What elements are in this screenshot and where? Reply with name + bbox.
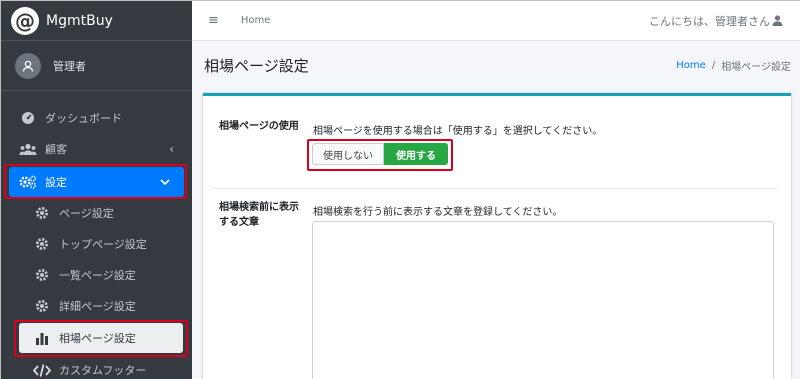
sidebar-item-label: 詳細ページ設定: [59, 300, 136, 313]
breadcrumb: Home / 相場ページ設定: [676, 58, 791, 73]
greeting-text: こんにちは、管理者さん: [649, 14, 770, 28]
pre-text-textarea[interactable]: [312, 221, 774, 379]
sidebar-item-page-settings[interactable]: ページ設定: [1, 198, 192, 228]
cog-icon: [36, 269, 48, 281]
sidebar-item-top-page-settings[interactable]: トップページ設定: [1, 229, 192, 259]
sidebar-item-label: ページ設定: [59, 207, 114, 220]
sidebar-item-label: 相場ページ設定: [59, 332, 136, 345]
brand-link[interactable]: @ MgmtBuy: [1, 1, 192, 41]
top-navbar: ≡ Home こんにちは、管理者さん: [192, 1, 800, 41]
sidebar-item-custom-footer[interactable]: カスタムフッター: [1, 355, 192, 379]
use-page-help: 相場ページを使用する場合は「使用する」を選択してください。: [313, 126, 603, 137]
breadcrumb-home-link[interactable]: Home: [676, 60, 706, 71]
sidebar-item-label: カスタムフッター: [59, 364, 147, 377]
cog-icon: [36, 238, 48, 250]
sidebar-item-settings[interactable]: 設定: [9, 167, 184, 197]
brand-name: MgmtBuy: [46, 12, 113, 29]
user-icon: [22, 60, 34, 72]
pre-text-label-line1: 相場検索前に表示: [219, 202, 299, 213]
chevron-down-icon: [160, 175, 170, 189]
user-greeting[interactable]: こんにちは、管理者さん: [649, 13, 783, 29]
sidebar-item-label: 顧客: [45, 143, 67, 156]
sidebar-item-label: 設定: [45, 176, 67, 189]
user-panel[interactable]: 管理者: [1, 41, 192, 91]
sidebar-item-dashboard[interactable]: ダッシュボード: [1, 103, 192, 133]
users-icon: [19, 143, 37, 155]
pre-text-label-line2: する文章: [219, 217, 259, 228]
top-home-link[interactable]: Home: [241, 15, 271, 26]
option-not-use-button[interactable]: 使用しない: [312, 143, 384, 165]
menu-icon[interactable]: ≡: [208, 13, 219, 28]
option-use-button[interactable]: 使用する: [384, 143, 448, 165]
cogs-icon: [19, 175, 37, 189]
chevron-left-icon: ‹: [169, 142, 174, 156]
cog-icon: [36, 207, 48, 219]
content-header: 相場ページ設定 Home / 相場ページ設定: [192, 41, 800, 89]
sidebar: @ MgmtBuy 管理者 ダッシュボード 顧客 ‹ 設定 ページ設定 トップペ…: [1, 1, 192, 379]
cog-icon: [36, 300, 48, 312]
sidebar-item-detail-page-settings[interactable]: 詳細ページ設定: [1, 291, 192, 321]
brand-logo: @: [11, 6, 39, 35]
user-icon: [772, 15, 783, 26]
sidebar-item-label: 一覧ページ設定: [59, 269, 136, 282]
sidebar-item-label: トップページ設定: [59, 238, 147, 251]
page-title: 相場ページ設定: [204, 56, 309, 75]
tachometer-icon: [22, 112, 34, 124]
form-divider: [211, 188, 778, 189]
code-icon: [33, 363, 51, 377]
breadcrumb-separator: /: [711, 59, 716, 71]
use-page-label: 相場ページの使用: [219, 121, 299, 132]
user-name: 管理者: [53, 59, 86, 73]
use-page-toggle: 使用しない 使用する: [312, 143, 448, 165]
breadcrumb-current: 相場ページ設定: [721, 61, 791, 73]
sidebar-item-customers[interactable]: 顧客 ‹: [1, 134, 192, 164]
sidebar-item-list-page-settings[interactable]: 一覧ページ設定: [1, 260, 192, 290]
sidebar-item-label: ダッシュボード: [45, 112, 122, 125]
sidebar-item-market-page-settings[interactable]: 相場ページ設定: [19, 323, 183, 353]
pre-text-help: 相場検索を行う前に表示する文章を登録してください。: [313, 207, 563, 218]
bar-chart-icon: [36, 332, 48, 345]
avatar: [15, 52, 41, 79]
